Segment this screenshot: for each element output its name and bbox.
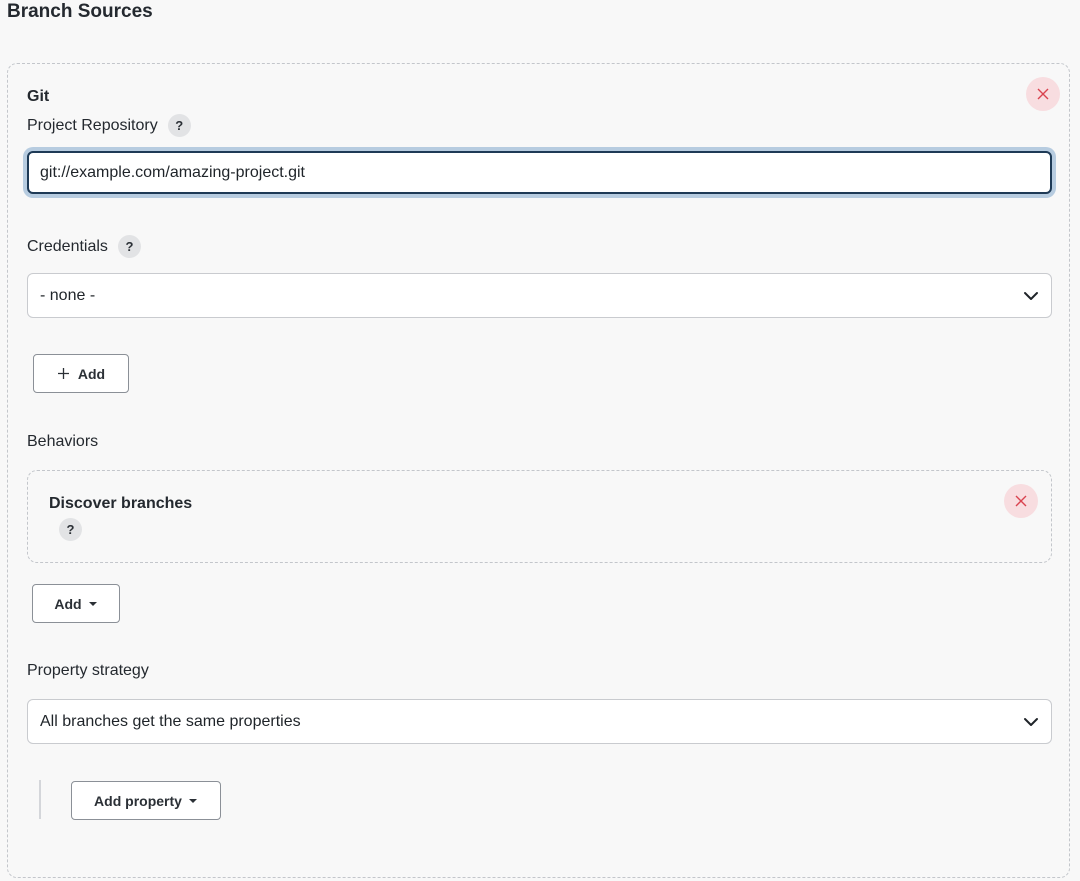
property-group-divider (39, 780, 41, 819)
chevron-down-icon (1024, 717, 1038, 726)
credentials-select[interactable]: - none - (27, 273, 1052, 318)
behavior-title: Discover branches (49, 495, 193, 512)
add-credentials-button[interactable]: Add (33, 354, 129, 393)
project-repository-input[interactable]: git://example.com/amazing-project.git (27, 151, 1052, 194)
add-credentials-label: Add (77, 365, 106, 382)
behaviors-label: Behaviors (27, 433, 99, 450)
behavior-card (27, 470, 1052, 563)
delete-behavior-button[interactable] (1004, 484, 1038, 518)
credentials-label: Credentials (27, 237, 108, 255)
project-repository-label-row: Project Repository ? (27, 114, 191, 137)
close-icon (1015, 495, 1027, 507)
section-title: Branch Sources (7, 1, 153, 22)
add-property-button[interactable]: Add property (71, 781, 221, 820)
property-strategy-selected-value: All branches get the same properties (40, 712, 301, 730)
property-strategy-label: Property strategy (27, 662, 149, 679)
credentials-label-row: Credentials ? (27, 235, 141, 258)
behavior-help-icon[interactable]: ? (59, 518, 82, 541)
project-repository-help-icon[interactable]: ? (167, 114, 191, 137)
delete-source-button[interactable] (1026, 77, 1060, 111)
credentials-selected-value: - none - (40, 286, 96, 304)
project-repository-label: Project Repository (27, 116, 158, 134)
close-icon (1037, 88, 1049, 100)
chevron-down-icon (1024, 291, 1038, 300)
git-heading: Git (27, 88, 50, 105)
credentials-help-icon[interactable]: ? (117, 235, 141, 258)
property-strategy-select[interactable]: All branches get the same properties (27, 699, 1052, 744)
add-behavior-label: Add (54, 595, 82, 612)
add-behavior-button[interactable]: Add (32, 584, 120, 623)
caret-down-icon (88, 601, 97, 606)
add-property-label: Add property (94, 792, 182, 809)
plus-icon (57, 368, 69, 379)
caret-down-icon (188, 798, 197, 803)
